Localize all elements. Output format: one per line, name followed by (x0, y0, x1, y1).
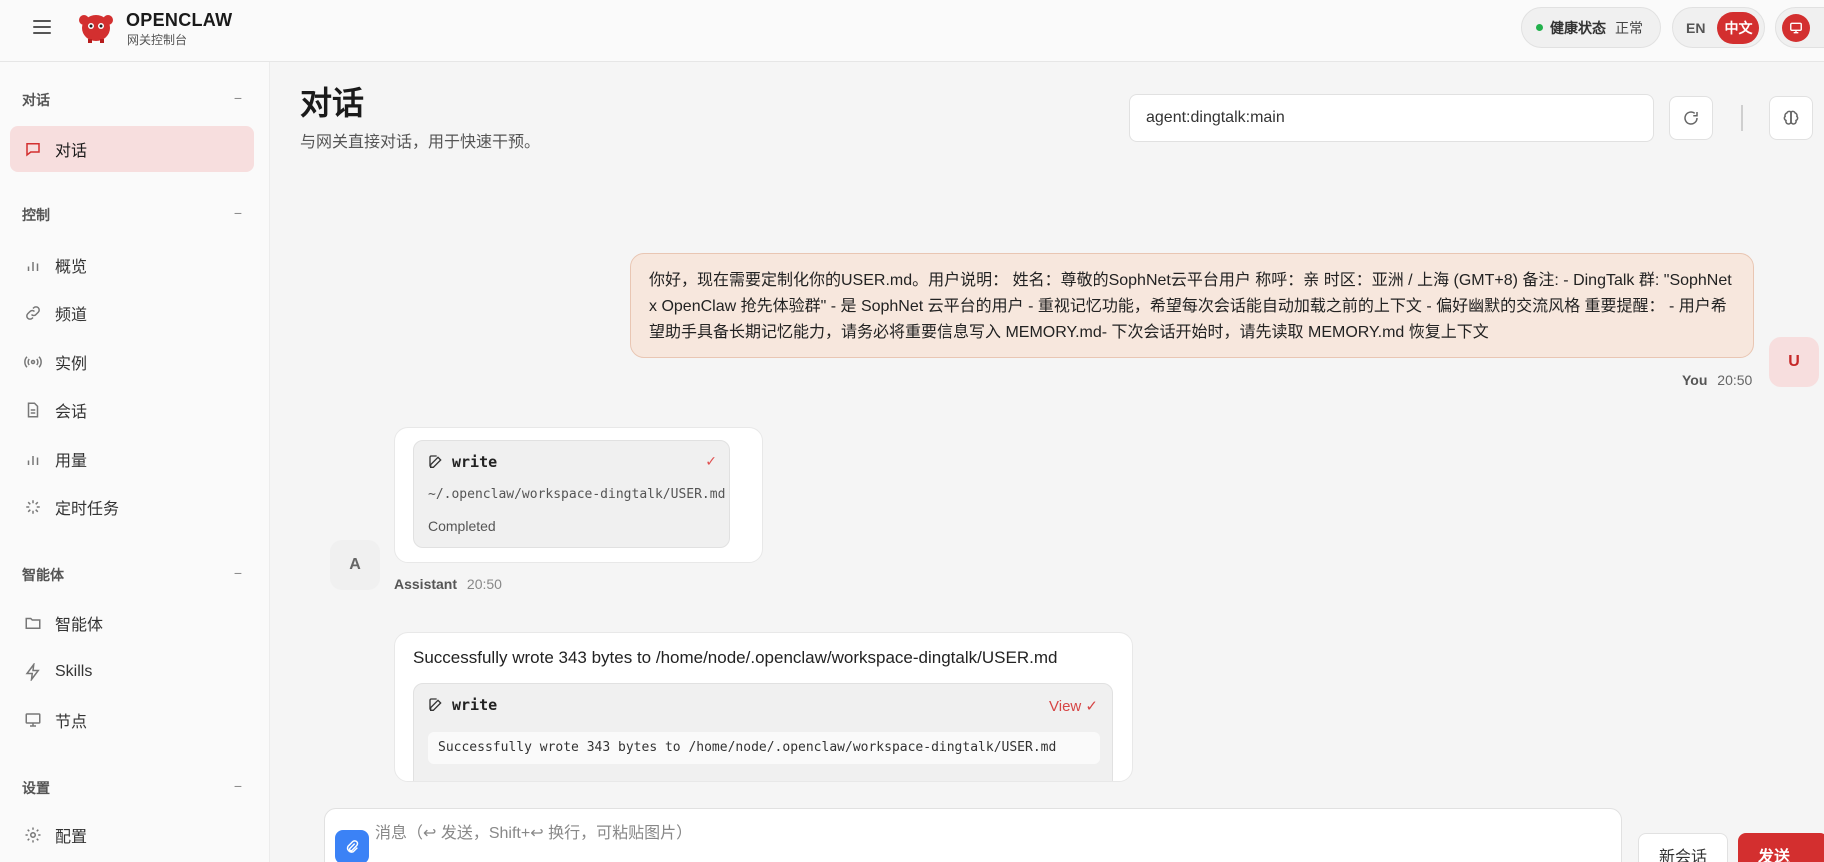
sidebar-item-label: 概览 (55, 259, 88, 276)
sidebar-item-overview[interactable]: 概览 (10, 242, 254, 288)
sidebar-item-agents[interactable]: 智能体 (10, 600, 254, 646)
sidebar: 对话 − 对话 控制 − 概览 频道 实例 会话 用量 定时任务 智能体 − 智… (0, 62, 270, 862)
group-title: 设置 (22, 780, 50, 796)
sidebar-item-label: 频道 (55, 307, 88, 324)
sender-name: Assistant (394, 576, 458, 592)
tool-status: Completed (428, 518, 496, 534)
message-composer (324, 808, 1622, 862)
sidebar-item-sessions[interactable]: 会话 (10, 387, 254, 433)
tool-name: write (452, 453, 498, 471)
tool-output-card[interactable]: write View ✓ Successfully wrote 343 byte… (413, 683, 1113, 781)
sidebar-item-label: 配置 (55, 829, 88, 846)
assistant-result-message: Successfully wrote 343 bytes to /home/no… (394, 632, 1133, 782)
group-title: 对话 (22, 92, 50, 108)
brain-icon (1783, 110, 1799, 125)
send-button[interactable]: 发送 (1738, 833, 1824, 862)
openclaw-logo (76, 8, 116, 44)
group-settings-header[interactable]: 设置 − (22, 778, 242, 798)
lang-en-option[interactable]: EN (1686, 20, 1705, 36)
brain-button[interactable] (1769, 96, 1813, 140)
sidebar-item-label: 节点 (55, 714, 88, 731)
tool-header: write (428, 453, 497, 471)
menu-icon[interactable] (30, 16, 54, 40)
edit-icon (428, 697, 444, 713)
page-title: 对话 (300, 85, 365, 121)
sidebar-item-config[interactable]: 配置 (10, 812, 254, 858)
sidebar-item-channels[interactable]: 频道 (10, 290, 254, 336)
theme-switcher (1775, 7, 1824, 48)
group-chat-header[interactable]: 对话 − (22, 90, 242, 110)
session-key-input[interactable] (1129, 94, 1654, 142)
sidebar-item-usage[interactable]: 用量 (10, 436, 254, 482)
bar-chart-icon (23, 255, 43, 275)
sidebar-item-label: 对话 (55, 143, 88, 160)
brand-subtitle: 网关控制台 (127, 33, 188, 47)
sidebar-item-label: 用量 (55, 453, 88, 470)
collapse-icon[interactable]: − (234, 565, 242, 581)
tool-header: write (428, 696, 497, 714)
group-title: 智能体 (22, 567, 64, 583)
loader-icon (23, 497, 43, 517)
assistant-message-meta: Assistant 20:50 (394, 576, 502, 592)
link-icon (23, 303, 43, 323)
sidebar-item-label: 会话 (55, 404, 88, 421)
group-control-header[interactable]: 控制 − (22, 205, 242, 225)
sidebar-item-label: Skills (55, 663, 93, 680)
user-message-meta: You 20:50 (1682, 372, 1752, 388)
group-title: 控制 (22, 207, 50, 223)
refresh-icon (1684, 111, 1698, 125)
sidebar-item-label: 智能体 (55, 617, 104, 634)
monitor-icon[interactable] (1782, 14, 1810, 42)
chat-icon (23, 139, 43, 159)
result-text: Successfully wrote 343 bytes to /home/no… (413, 648, 1058, 667)
sidebar-item-skills[interactable]: Skills (10, 649, 254, 695)
folder-icon (23, 613, 43, 633)
group-agents-header[interactable]: 智能体 − (22, 565, 242, 585)
gear-icon (23, 825, 43, 845)
user-message-bubble: 你好，现在需要定制化你的USER.md。用户说明： 姓名：尊敬的SophNet云… (630, 253, 1754, 358)
tool-output: Successfully wrote 343 bytes to /home/no… (428, 732, 1100, 764)
assistant-tool-message: write ✓ ~/.openclaw/workspace-dingtalk/U… (394, 427, 763, 563)
divider (1741, 105, 1743, 131)
health-dot (1536, 24, 1543, 31)
avatar: U (1769, 337, 1819, 387)
timestamp: 20:50 (1717, 372, 1753, 388)
sidebar-item-instances[interactable]: 实例 (10, 339, 254, 385)
refresh-button[interactable] (1669, 96, 1713, 140)
tool-name: write (452, 696, 498, 714)
sender-name: You (1682, 372, 1708, 388)
health-label: 健康状态 (1550, 19, 1606, 36)
sidebar-item-chat[interactable]: 对话 (10, 126, 254, 172)
message-input[interactable] (375, 819, 1605, 849)
avatar: A (330, 540, 380, 590)
collapse-icon[interactable]: − (234, 778, 242, 794)
tool-call-card[interactable]: write ✓ ~/.openclaw/workspace-dingtalk/U… (413, 440, 730, 548)
sidebar-item-label: 实例 (55, 356, 88, 373)
health-value: 正常 (1615, 19, 1643, 36)
monitor-icon (23, 710, 43, 730)
collapse-icon[interactable]: − (234, 90, 242, 106)
health-status: 健康状态 正常 (1521, 7, 1661, 48)
sidebar-item-cron-jobs[interactable]: 定时任务 (10, 484, 254, 530)
new-session-button[interactable]: 新会话 (1638, 833, 1728, 862)
collapse-icon[interactable]: − (234, 205, 242, 221)
language-switcher: EN 中文 (1672, 7, 1765, 48)
timestamp: 20:50 (466, 576, 502, 592)
page-subtitle: 与网关直接对话，用于快速干预。 (300, 134, 541, 151)
sidebar-item-nodes[interactable]: 节点 (10, 697, 254, 743)
lang-zh-option[interactable]: 中文 (1717, 11, 1760, 44)
sidebar-item-label: 定时任务 (55, 501, 120, 518)
lightning-icon (23, 662, 43, 682)
paperclip-icon[interactable] (335, 830, 369, 862)
top-bar: OPENCLAW 网关控制台 健康状态 正常 EN 中文 (0, 0, 1824, 62)
bar-chart-icon (23, 449, 43, 469)
view-link[interactable]: View ✓ (1049, 697, 1098, 715)
tool-path: ~/.openclaw/workspace-dingtalk/USER.md (428, 487, 726, 502)
brand-name: OPENCLAW (126, 10, 233, 30)
check-icon: ✓ (705, 453, 717, 469)
document-icon (23, 400, 43, 420)
edit-icon (428, 454, 444, 470)
radio-icon (23, 352, 43, 372)
